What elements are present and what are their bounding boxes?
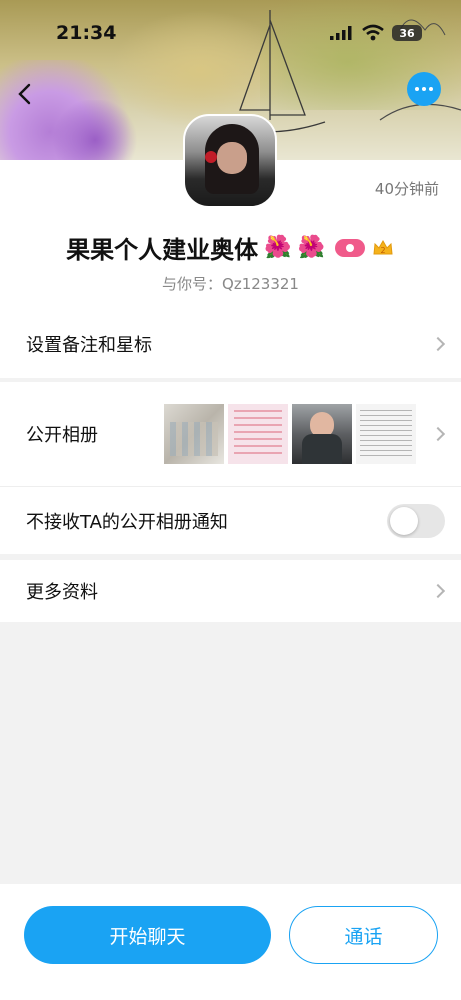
status-bar: 21:34 36 — [0, 0, 461, 64]
status-time: 21:34 — [56, 22, 117, 44]
toggle-knob — [390, 506, 418, 535]
album-thumbnail[interactable] — [164, 404, 224, 464]
more-dot-icon — [429, 87, 433, 91]
name-row: 果果个人建业奥体 🌺 🌺 2 — [0, 230, 461, 265]
battery-level: 36 — [399, 26, 415, 40]
chevron-right-icon — [430, 426, 446, 442]
more-dot-icon — [415, 87, 419, 91]
cellular-signal-icon — [330, 26, 352, 40]
public-album-cell[interactable]: 公开相册 — [0, 382, 461, 486]
avatar[interactable] — [183, 114, 277, 208]
album-thumbnail[interactable] — [228, 404, 288, 464]
more-dot-icon — [422, 87, 426, 91]
hibiscus-emoji: 🌺 — [264, 234, 292, 260]
chevron-right-icon — [430, 336, 446, 352]
cover-flowers-dark — [50, 100, 140, 160]
avatar-rose — [205, 151, 217, 163]
mute-album-notify-label: 不接收TA的公开相册通知 — [26, 511, 228, 533]
crown-level-badge-icon[interactable]: 2 — [371, 238, 395, 258]
album-thumbnails — [164, 404, 416, 464]
account-id-value: Qz123321 — [222, 275, 299, 293]
wifi-icon — [362, 24, 384, 41]
crown-icon: 2 — [373, 239, 393, 255]
battery-icon: 36 — [392, 25, 422, 41]
gender-badge-icon[interactable] — [334, 238, 365, 257]
back-button[interactable] — [10, 80, 38, 108]
avatar-face — [217, 142, 247, 174]
crown-level: 2 — [380, 246, 385, 255]
chevron-right-icon — [430, 583, 446, 599]
account-id-row[interactable]: 与你号：Qz123321 — [0, 273, 461, 294]
more-info-cell[interactable]: 更多资料 — [0, 560, 461, 622]
album-thumbnail[interactable] — [356, 404, 416, 464]
account-id-label: 与你号： — [162, 275, 223, 293]
chevron-left-icon — [18, 83, 31, 105]
more-info-label: 更多资料 — [26, 582, 98, 603]
set-remark-label: 设置备注和星标 — [26, 335, 152, 356]
mute-album-notify-toggle[interactable] — [387, 503, 445, 538]
profile-name: 果果个人建业奥体 — [66, 236, 259, 264]
call-button[interactable]: 通话 — [289, 906, 438, 964]
more-options-button[interactable] — [407, 72, 441, 106]
bottom-action-bar: 开始聊天 通话 — [0, 884, 461, 1000]
last-active-time: 40分钟前 — [374, 180, 439, 198]
hibiscus-emoji: 🌺 — [297, 234, 325, 260]
set-remark-cell[interactable]: 设置备注和星标 — [0, 310, 461, 378]
public-album-label: 公开相册 — [26, 425, 98, 446]
album-thumbnail[interactable] — [292, 404, 352, 464]
start-chat-button[interactable]: 开始聊天 — [24, 906, 271, 964]
mute-album-notify-cell: 不接收TA的公开相册通知 — [0, 486, 461, 554]
